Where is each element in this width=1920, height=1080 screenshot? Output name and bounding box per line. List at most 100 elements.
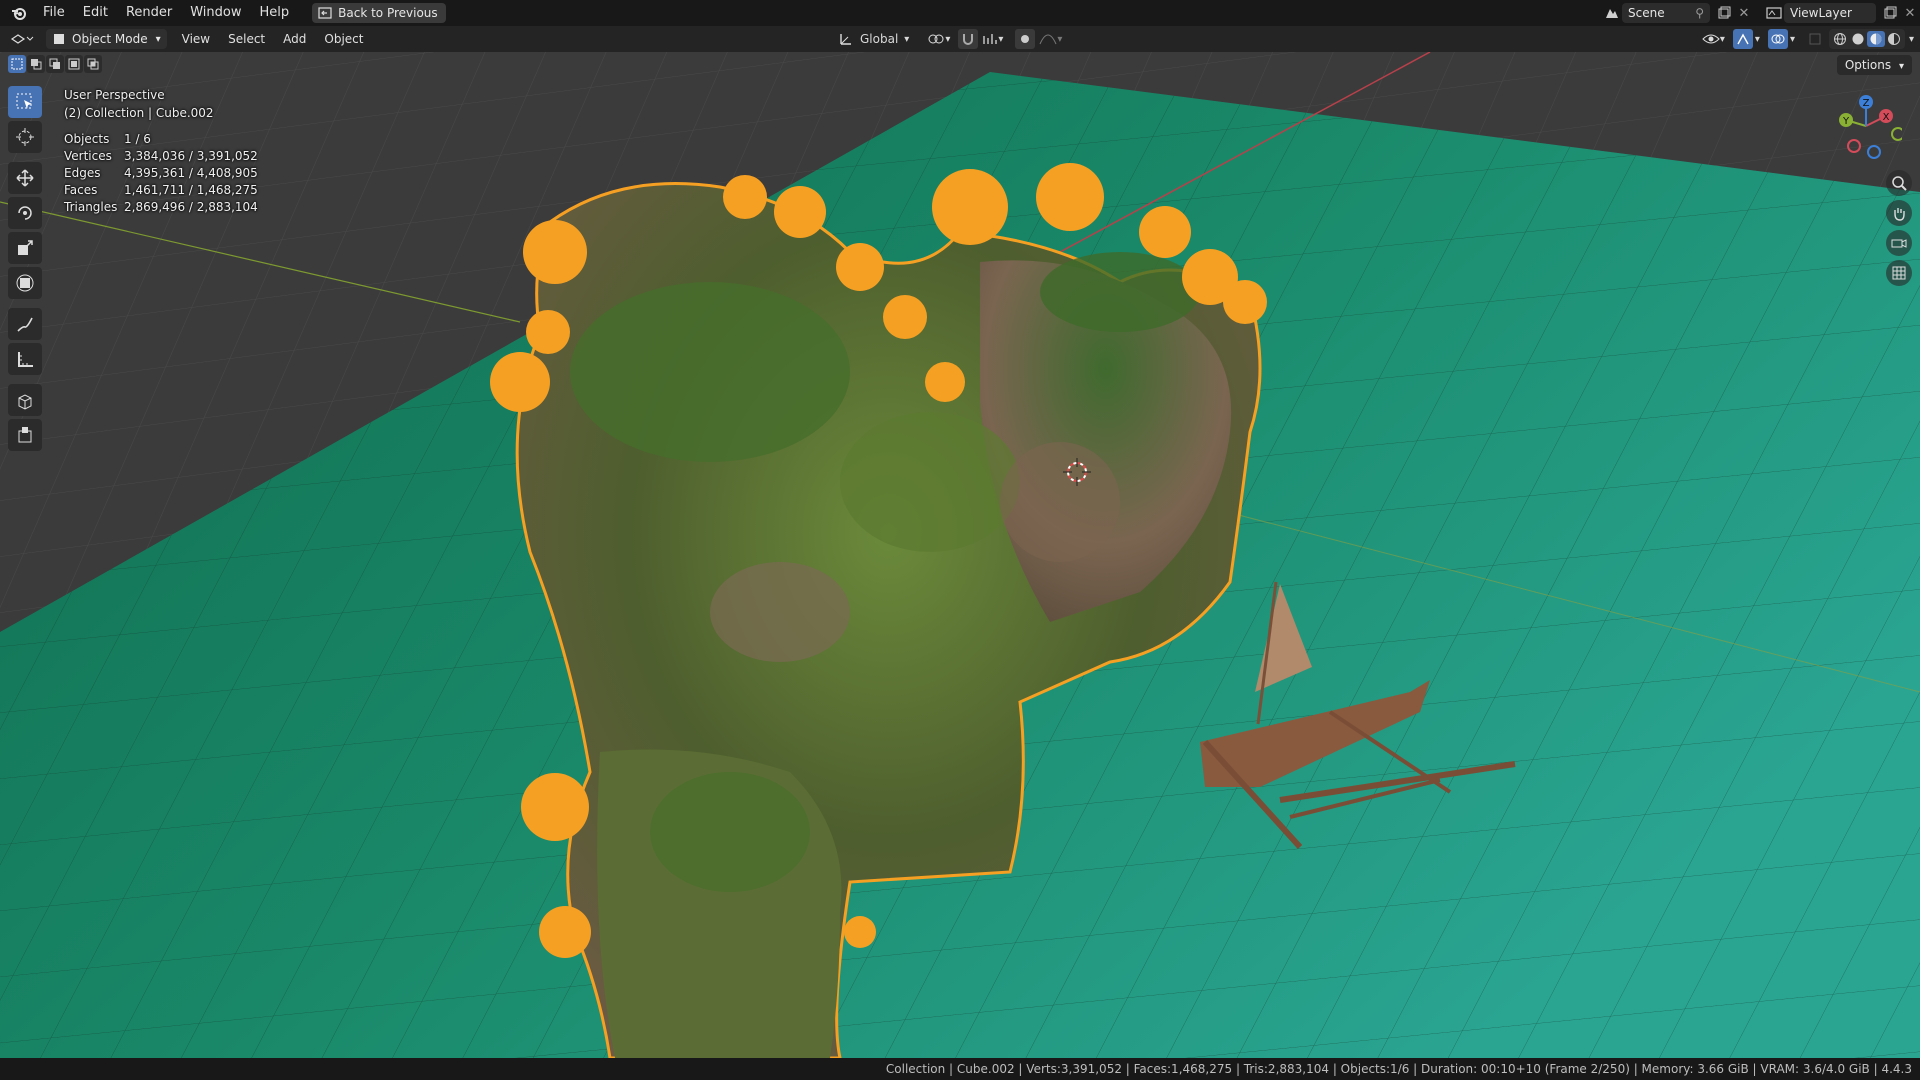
scale-tool[interactable] [8,232,42,264]
stats-row-triangles: Triangles 2,869,496 / 2,883,104 [64,199,258,216]
menu-file[interactable]: File [34,0,74,26]
stats-value: 3,384,036 / 3,391,052 [124,149,258,163]
xray-toggle[interactable] [1805,29,1825,49]
menu-help[interactable]: Help [251,0,299,26]
stats-row-faces: Faces 1,461,711 / 1,468,275 [64,182,258,199]
back-to-previous-button[interactable]: Back to Previous [312,3,446,23]
camera-icon [1891,239,1907,248]
blender-logo-icon[interactable] [10,4,28,22]
chevron-down-icon[interactable]: ▾ [1909,34,1914,45]
ortho-toggle-button[interactable] [1886,260,1912,286]
gizmo-neg-z[interactable] [1867,145,1881,159]
object-mode-dropdown[interactable]: Object Mode ▾ [46,29,167,49]
gizmo-icon [1737,33,1749,45]
shading-mode-group [1828,29,1905,49]
overlays-toggle[interactable] [1767,29,1788,49]
scene-icon[interactable] [1602,3,1622,23]
falloff-dropdown[interactable]: ▾ [1039,32,1062,46]
chevron-down-icon[interactable]: ▾ [1790,34,1795,45]
grid-icon [1892,266,1906,280]
menu-render[interactable]: Render [117,0,181,26]
visibility-dropdown[interactable]: ▾ [1702,32,1725,46]
new-scene-icon[interactable] [1714,3,1734,23]
3d-viewport[interactable] [0,52,1920,1058]
select-extend-button[interactable] [27,55,45,73]
chevron-down-icon: ▾ [945,33,951,45]
pivot-point-dropdown[interactable]: ▾ [927,31,950,47]
navigation-buttons [1886,170,1912,290]
transform-icon [16,274,34,292]
select-invert-button[interactable] [65,55,83,73]
snap-increment-icon [983,34,998,44]
solid-shading-button[interactable] [1849,31,1867,47]
scene-selector[interactable]: Scene ⚲ [1622,3,1710,23]
options-dropdown[interactable]: Options ▾ [1836,55,1912,75]
add-cube-tool[interactable] [8,384,42,416]
gizmo-neg-y[interactable] [1891,127,1905,141]
view-layer-icon[interactable] [1764,3,1784,23]
snap-toggle[interactable] [958,29,979,49]
transform-orientation-dropdown[interactable]: Global ▾ [838,31,909,47]
measure-tool[interactable] [8,343,42,375]
object-transform-icon [18,427,32,443]
menu-window[interactable]: Window [181,0,250,26]
snap-target-dropdown[interactable]: ▾ [982,32,1003,46]
proportional-edit-toggle[interactable] [1015,29,1036,49]
pan-button[interactable] [1886,200,1912,226]
menu-edit[interactable]: Edit [74,0,117,26]
object-mode-icon [54,34,64,44]
move-tool[interactable] [8,162,42,194]
camera-view-button[interactable] [1886,230,1912,256]
scene-statistics: Objects 1 / 6 Vertices 3,384,036 / 3,391,0… [64,131,258,216]
perspective-label: User Perspective [64,88,165,102]
options-label: Options [1844,58,1892,72]
move-icon [16,169,34,187]
overlays-icon [1771,34,1785,44]
cursor-tool[interactable] [8,121,42,153]
stats-label: Triangles [64,200,118,214]
select-box-icon [16,93,32,109]
transform-tool[interactable] [8,267,42,299]
select-intersect-button[interactable] [84,55,102,73]
viewport-info: User Perspective (2) Collection | Cube.0… [64,86,214,122]
header-menu-object[interactable]: Object [315,26,372,52]
wireframe-shading-button[interactable] [1831,31,1849,47]
select-subtract-button[interactable] [46,55,64,73]
zoom-button[interactable] [1886,170,1912,196]
chevron-down-icon: ▾ [1898,61,1904,72]
delete-scene-icon[interactable]: ✕ [1734,3,1754,23]
back-icon [318,7,332,19]
stats-row-objects: Objects 1 / 6 [64,131,258,148]
rotate-tool[interactable] [8,197,42,229]
header-menu-view[interactable]: View [173,26,219,52]
pin-icon[interactable]: ⚲ [1695,6,1704,20]
annotate-tool[interactable] [8,308,42,340]
stats-label: Vertices [64,149,112,163]
select-new-button[interactable] [8,55,26,73]
select-box-tool[interactable] [8,86,42,118]
header-menu-select[interactable]: Select [219,26,274,52]
material-icon [1870,33,1882,45]
gizmo-toggle[interactable] [1732,29,1753,49]
transform-gizmo-tool[interactable] [8,419,42,451]
header-menu-add[interactable]: Add [274,26,315,52]
select-new-icon [11,58,23,70]
stats-label: Objects [64,132,110,146]
navigation-gizmo[interactable]: X Y Z [1830,90,1905,162]
stats-row-edges: Edges 4,395,361 / 4,408,905 [64,165,258,182]
chevron-down-icon[interactable]: ▾ [1755,34,1760,45]
delete-view-layer-icon[interactable]: ✕ [1900,3,1920,23]
rendered-shading-button[interactable] [1885,31,1903,47]
select-intersect-icon [87,58,99,70]
rendered-icon [1887,33,1900,45]
stats-value: 2,869,496 / 2,883,104 [124,200,258,214]
material-preview-button[interactable] [1866,31,1885,47]
stats-row-vertices: Vertices 3,384,036 / 3,391,052 [64,148,258,165]
gizmo-neg-x[interactable] [1847,139,1861,153]
view-layer-selector[interactable]: ViewLayer [1784,3,1876,23]
stats-value: 1 / 6 [124,132,151,146]
orientation-label: Global [860,32,899,46]
stats-value: 1,461,711 / 1,468,275 [124,183,258,197]
editor-type-selector[interactable] [10,29,40,49]
new-view-layer-icon[interactable] [1880,3,1900,23]
